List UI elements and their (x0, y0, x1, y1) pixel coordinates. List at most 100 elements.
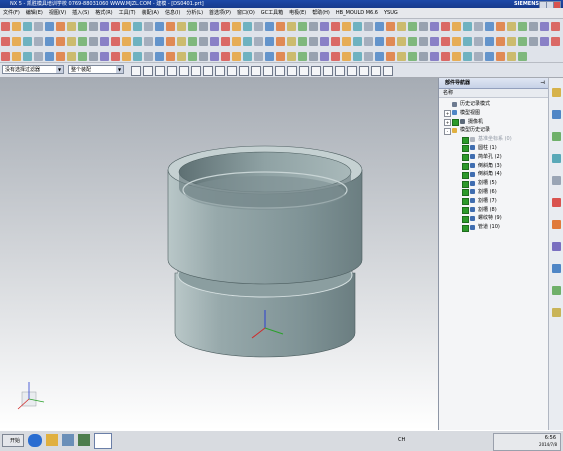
tool-icon[interactable] (122, 22, 131, 31)
scope-dropdown[interactable]: 整个装配 ▼ (68, 65, 124, 74)
tool-icon[interactable] (232, 37, 241, 46)
tool-icon[interactable] (243, 52, 252, 61)
tool-icon[interactable] (375, 37, 384, 46)
tool-icon[interactable] (188, 22, 197, 31)
tool-icon[interactable] (463, 22, 472, 31)
menu-item[interactable]: 帮助(H) (309, 8, 333, 18)
tree-node[interactable]: 基准坐标系 (0) (439, 135, 549, 144)
tool-icon[interactable] (364, 37, 373, 46)
tool-icon[interactable] (188, 52, 197, 61)
tool-icon[interactable] (408, 22, 417, 31)
tool-icon[interactable] (78, 22, 87, 31)
tool-icon[interactable] (375, 22, 384, 31)
tree-node[interactable]: 螺纹特 (9) (439, 214, 549, 223)
tool-icon[interactable] (397, 52, 406, 61)
start-button[interactable]: 开始 (2, 434, 24, 447)
name-column-header[interactable]: 名称 (439, 89, 549, 98)
tool-icon[interactable] (144, 37, 153, 46)
tool-icon[interactable] (155, 37, 164, 46)
tool-icon[interactable] (177, 52, 186, 61)
checkbox-icon[interactable] (462, 224, 469, 232)
snap-icon[interactable] (287, 66, 297, 76)
tool-icon[interactable] (122, 52, 131, 61)
tool-icon[interactable] (232, 52, 241, 61)
tool-icon[interactable] (452, 52, 461, 61)
menu-item[interactable]: 分析(L) (183, 8, 206, 18)
tool-icon[interactable] (287, 37, 296, 46)
tool-icon[interactable] (342, 22, 351, 31)
snap-icon[interactable] (311, 66, 321, 76)
tool-icon[interactable] (210, 52, 219, 61)
resource-bar-icon[interactable] (552, 132, 561, 141)
tree-node[interactable]: 历史记录模式 (439, 100, 549, 109)
tool-icon[interactable] (23, 37, 32, 46)
tool-icon[interactable] (100, 52, 109, 61)
tool-icon[interactable] (23, 52, 32, 61)
tool-icon[interactable] (485, 52, 494, 61)
tool-icon[interactable] (199, 22, 208, 31)
tool-icon[interactable] (309, 37, 318, 46)
menu-item[interactable]: 电极(E) (286, 8, 309, 18)
tool-icon[interactable] (331, 22, 340, 31)
tool-icon[interactable] (397, 22, 406, 31)
nx-taskbar-button[interactable] (94, 433, 112, 449)
tool-icon[interactable] (419, 22, 428, 31)
tool-icon[interactable] (155, 22, 164, 31)
tool-icon[interactable] (89, 37, 98, 46)
snap-icon[interactable] (359, 66, 369, 76)
menu-item[interactable]: 编辑(E) (23, 8, 46, 18)
tool-icon[interactable] (254, 22, 263, 31)
tool-icon[interactable] (540, 37, 549, 46)
tool-icon[interactable] (78, 52, 87, 61)
tool-icon[interactable] (408, 37, 417, 46)
tool-icon[interactable] (221, 22, 230, 31)
snap-icon[interactable] (323, 66, 333, 76)
resource-bar-icon[interactable] (552, 308, 561, 317)
tool-icon[interactable] (133, 22, 142, 31)
tool-icon[interactable] (529, 22, 538, 31)
snap-icon[interactable] (131, 66, 141, 76)
tool-icon[interactable] (474, 37, 483, 46)
tree-node[interactable]: 割槽 (8) (439, 206, 549, 215)
tool-icon[interactable] (309, 52, 318, 61)
app-icon-3[interactable] (62, 434, 74, 446)
menu-item[interactable]: 文件(F) (0, 8, 23, 18)
snap-icon[interactable] (227, 66, 237, 76)
tool-icon[interactable] (298, 22, 307, 31)
tool-icon[interactable] (386, 22, 395, 31)
snap-icon[interactable] (299, 66, 309, 76)
tool-icon[interactable] (463, 37, 472, 46)
tool-icon[interactable] (529, 37, 538, 46)
tool-icon[interactable] (331, 52, 340, 61)
snap-icon[interactable] (143, 66, 153, 76)
tool-icon[interactable] (67, 37, 76, 46)
tool-icon[interactable] (89, 52, 98, 61)
snap-icon[interactable] (239, 66, 249, 76)
tool-icon[interactable] (320, 37, 329, 46)
tool-icon[interactable] (232, 22, 241, 31)
tool-icon[interactable] (177, 22, 186, 31)
snap-icon[interactable] (155, 66, 165, 76)
tool-icon[interactable] (276, 52, 285, 61)
tool-icon[interactable] (419, 52, 428, 61)
tool-icon[interactable] (320, 22, 329, 31)
tool-icon[interactable] (276, 37, 285, 46)
resource-bar-icon[interactable] (552, 286, 561, 295)
tool-icon[interactable] (265, 37, 274, 46)
tool-icon[interactable] (1, 37, 10, 46)
tool-icon[interactable] (144, 52, 153, 61)
tool-icon[interactable] (122, 37, 131, 46)
menu-item[interactable]: 插入(S) (69, 8, 92, 18)
tool-icon[interactable] (56, 37, 65, 46)
tool-icon[interactable] (485, 22, 494, 31)
type-filter-dropdown[interactable]: 没有选择过滤器 ▼ (2, 65, 64, 74)
tool-icon[interactable] (397, 37, 406, 46)
menu-item[interactable]: 首选项(P) (206, 8, 234, 18)
tool-icon[interactable] (56, 22, 65, 31)
tree-node[interactable]: 割槽 (6) (439, 188, 549, 197)
expand-icon[interactable]: + (444, 119, 451, 127)
expand-icon[interactable]: + (444, 110, 451, 118)
tool-icon[interactable] (199, 37, 208, 46)
tool-icon[interactable] (221, 52, 230, 61)
snap-icon[interactable] (191, 66, 201, 76)
